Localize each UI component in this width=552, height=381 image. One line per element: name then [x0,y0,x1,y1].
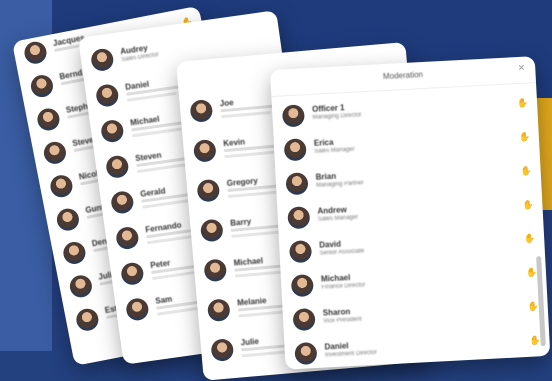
avatar [55,206,81,233]
avatar [288,240,313,264]
participant-name: Joe [219,98,234,109]
avatar [192,138,217,163]
avatar [35,106,62,133]
avatar [67,273,94,300]
participant-name: Michael [320,273,351,284]
hand-icon[interactable]: ✋ [517,98,529,109]
avatar [292,307,316,332]
hand-icon[interactable]: ✋ [529,335,541,346]
participant-name: Sharon [322,307,351,318]
avatar [281,104,305,128]
participant-name: Julie [240,336,260,348]
participant-name: Officer 1 [311,103,345,114]
hand-icon[interactable]: ✋ [526,267,538,278]
participant-role: Managing Director [312,112,362,121]
avatar [22,39,49,66]
participant-role: Finance Director [321,282,366,291]
avatar [283,138,307,162]
avatar [199,218,224,243]
avatar [99,118,125,144]
avatar [109,190,135,215]
participant-role: Sales Manager [317,214,359,223]
participant-detail [238,310,289,318]
avatar [61,240,88,266]
hand-icon[interactable]: ✋ [520,165,532,176]
avatar [104,154,130,180]
participant-role: Senior Associate [319,248,365,257]
avatar [285,172,309,196]
participant-name: Brian [315,171,337,182]
avatar [210,338,235,362]
avatar [294,341,318,366]
participant-role: Sales Manager [314,146,355,155]
avatar [74,306,101,333]
hand-icon[interactable]: ✋ [527,301,539,312]
participant-detail [231,230,282,238]
avatar [287,206,311,230]
panel-title: Moderation [382,70,424,82]
participant-name: Andrew [317,205,347,216]
avatar [203,258,228,283]
moderation-panel: Moderation ✕ Officer 1 Managing Director ✋… [270,56,551,370]
participant-role: Vice President [323,316,362,325]
avatar [196,178,221,203]
avatar [119,261,145,287]
participant-role: Investment Director [324,349,378,359]
avatar [89,47,115,73]
avatar [48,173,75,200]
close-icon[interactable]: ✕ [517,63,525,74]
participant-name: Barry [229,217,252,228]
participant-detail [227,190,278,198]
avatar [206,298,231,323]
participant-role: Managing Partner [315,180,364,189]
avatar [189,99,214,123]
avatar [29,73,55,99]
participant-detail [220,110,271,119]
participant-name: Erica [313,137,334,148]
participant-name: David [318,239,342,250]
hand-icon[interactable]: ✋ [519,131,531,142]
avatar [114,225,140,251]
avatar [94,83,120,108]
avatar [124,296,150,322]
participant-detail [234,270,285,278]
hand-icon[interactable]: ✋ [524,233,536,244]
participant-detail [224,150,275,159]
participant-name: Daniel [324,341,349,352]
avatar [42,139,68,166]
avatar [290,274,314,298]
hand-icon[interactable]: ✋ [522,199,534,210]
